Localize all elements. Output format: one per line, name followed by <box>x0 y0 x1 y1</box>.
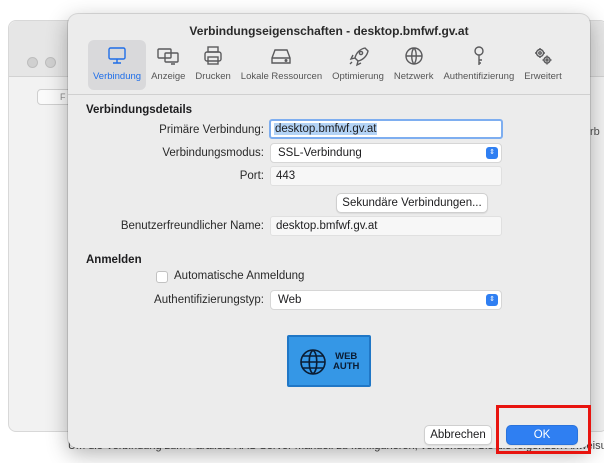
tab-label: Authentifizierung <box>443 71 515 82</box>
primary-connection-field[interactable]: desktop.bmfwf.gv.at <box>269 119 503 139</box>
automatic-login-label: Automatische Anmeldung <box>174 270 305 282</box>
friendly-name-field[interactable]: desktop.bmfwf.gv.at <box>270 216 502 236</box>
chevron-updown-icon: ⇕ <box>486 294 498 306</box>
ok-highlight-box <box>496 405 591 454</box>
auth-type-select[interactable]: Web ⇕ <box>270 290 502 310</box>
port-label: Port: <box>239 170 264 182</box>
web-auth-logo: WEB AUTH <box>287 335 371 387</box>
secondary-connections-button[interactable]: Sekundäre Verbindungen... <box>336 193 488 213</box>
tab-label: Verbindung <box>93 71 142 82</box>
primary-connection-value: desktop.bmfwf.gv.at <box>274 123 378 135</box>
tab-netzwerk[interactable]: Netzwerk <box>389 40 439 90</box>
cancel-button[interactable]: Abbrechen <box>424 425 492 445</box>
tab-authentifizierung[interactable]: Authentifizierung <box>438 40 519 90</box>
section-heading-anmelden: Anmelden <box>86 254 142 266</box>
minimize-light-icon[interactable] <box>45 57 56 68</box>
tab-anzeige[interactable]: Anzeige <box>146 40 190 90</box>
web-auth-text: WEB AUTH <box>333 352 359 372</box>
tab-label: Drucken <box>195 71 231 82</box>
friendly-name-label: Benutzerfreundlicher Name: <box>120 220 264 232</box>
connection-mode-label: Verbindungsmodus: <box>162 147 264 159</box>
auth-type-value: Web <box>278 294 302 306</box>
tab-label: Anzeige <box>151 71 186 82</box>
tab-label: Erweitert <box>524 71 562 82</box>
monitor-icon <box>108 47 126 64</box>
chevron-updown-icon: ⇕ <box>486 147 498 159</box>
connection-mode-value: SSL-Verbindung <box>278 147 362 159</box>
globe-icon <box>404 47 423 65</box>
printer-icon <box>204 46 222 65</box>
primary-connection-label: Primäre Verbindung: <box>159 124 264 136</box>
tab-erweitert[interactable]: Erweitert <box>519 40 566 90</box>
toolbar-divider <box>68 94 590 95</box>
tab-verbindung[interactable]: Verbindung <box>88 40 147 90</box>
tab-label: Lokale Ressourcen <box>240 71 323 82</box>
tab-label: Optimierung <box>332 71 384 82</box>
dialog-title: Verbindungseigenschaften - desktop.bmfwf… <box>189 24 469 38</box>
close-light-icon[interactable] <box>27 57 38 68</box>
auth-type-label: Authentifizierungstyp: <box>154 294 264 306</box>
connection-mode-select[interactable]: SSL-Verbindung ⇕ <box>270 143 502 163</box>
tab-lokale-ressourcen[interactable]: Lokale Ressourcen <box>236 40 327 90</box>
preferences-toolbar: Verbindung Anzeige Drucken Lokale Ressou… <box>88 40 567 90</box>
gears-icon <box>534 48 552 65</box>
tab-label: Netzwerk <box>393 71 434 82</box>
background-side-text: rb <box>590 126 600 138</box>
drive-icon <box>271 49 292 64</box>
key-icon <box>474 46 484 65</box>
automatic-login-checkbox[interactable] <box>156 271 168 283</box>
section-heading-verbindungsdetails: Verbindungsdetails <box>86 104 193 116</box>
rocket-icon <box>349 47 369 67</box>
tab-drucken[interactable]: Drucken <box>190 40 235 90</box>
port-field[interactable]: 443 <box>270 166 502 186</box>
globe-icon <box>300 349 326 375</box>
tab-optimierung[interactable]: Optimierung <box>327 40 389 90</box>
web-auth-line2: AUTH <box>333 361 360 372</box>
displays-icon <box>157 48 179 65</box>
connection-properties-dialog: Verbindungseigenschaften - desktop.bmfwf… <box>68 14 590 448</box>
